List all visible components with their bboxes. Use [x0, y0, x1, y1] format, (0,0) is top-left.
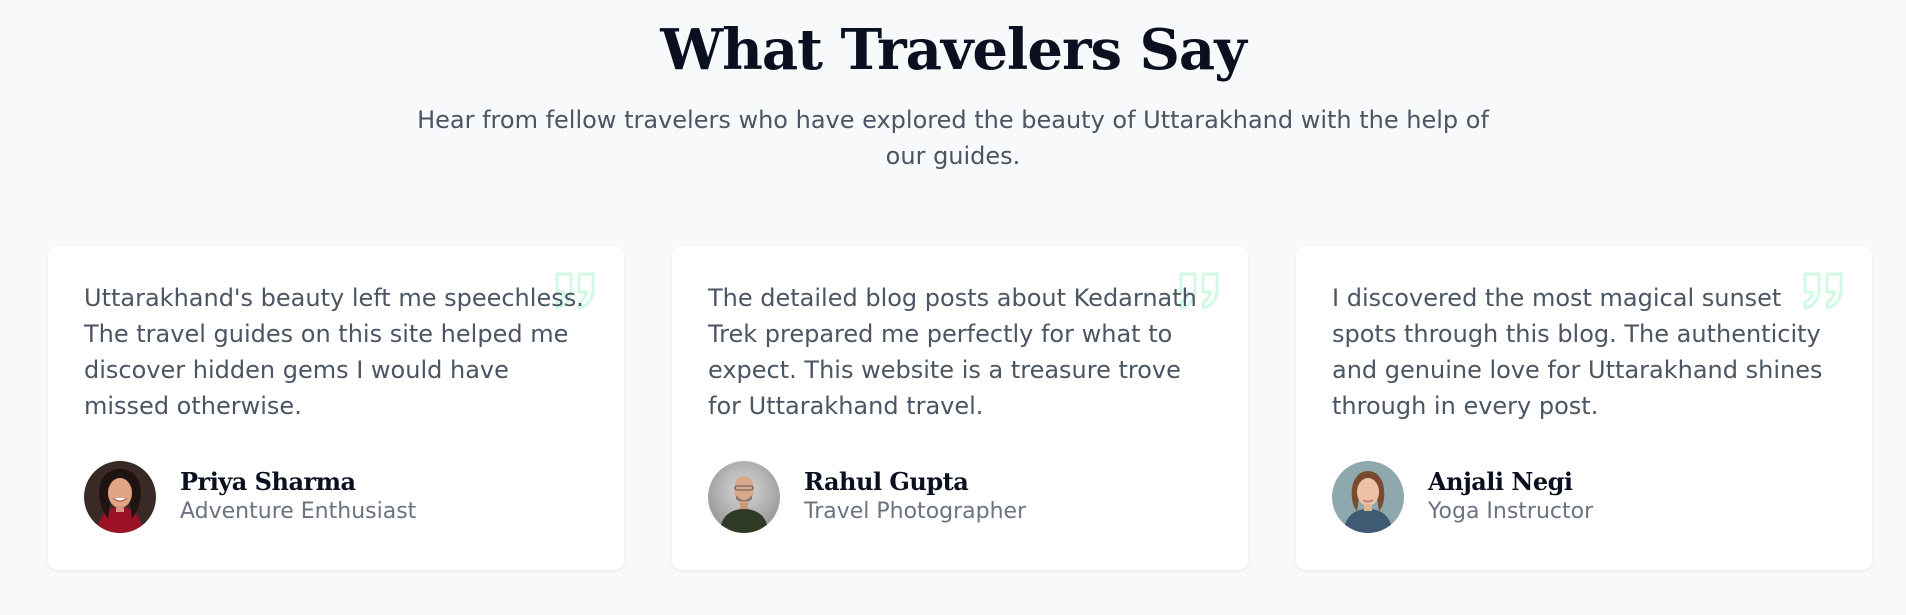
section-title: What Travelers Say [660, 17, 1247, 83]
author-role: Travel Photographer [804, 499, 1027, 524]
testimonial-card: The detailed blog posts about Kedarnath … [672, 246, 1248, 570]
author-name: Anjali Negi [1428, 467, 1573, 496]
testimonial-quote: I discovered the most magical sunset spo… [1332, 284, 1823, 420]
avatar [1332, 461, 1404, 533]
testimonial-author: Priya Sharma Adventure Enthusiast [84, 461, 416, 533]
testimonial-card: I discovered the most magical sunset spo… [1296, 246, 1872, 570]
author-name: Rahul Gupta [804, 467, 969, 496]
author-role: Adventure Enthusiast [180, 499, 417, 524]
testimonials-section: What Travelers Say Hear from fellow trav… [0, 0, 1906, 615]
avatar [708, 461, 780, 533]
section-subtitle: Hear from fellow travelers who have expl… [417, 106, 1489, 170]
testimonial-quote: The detailed blog posts about Kedarnath … [708, 284, 1197, 420]
testimonial-author: Anjali Negi Yoga Instructor [1332, 461, 1593, 533]
testimonial-author: Rahul Gupta Travel Photographer [708, 461, 1026, 533]
testimonial-card: Uttarakhand's beauty left me speechless.… [48, 246, 624, 570]
avatar [84, 461, 156, 533]
author-role: Yoga Instructor [1428, 499, 1594, 524]
testimonial-quote: Uttarakhand's beauty left me speechless.… [84, 284, 584, 420]
author-name: Priya Sharma [180, 467, 356, 496]
